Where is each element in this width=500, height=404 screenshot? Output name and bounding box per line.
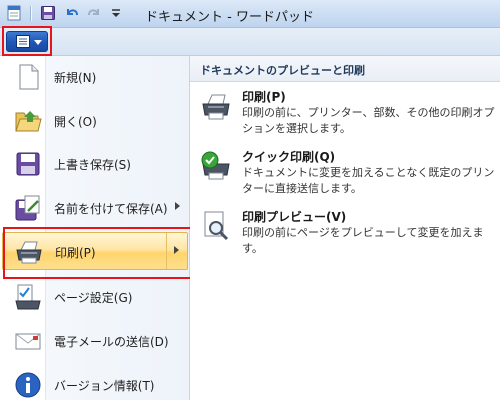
- menu-item-label: 電子メールの送信(D): [54, 335, 169, 349]
- menu-item-page-setup[interactable]: ページ設定(G): [2, 278, 188, 316]
- quick-print-option[interactable]: クイック印刷(Q) ドキュメントに変更を加えることなく既定のプリンターに直接送信…: [196, 148, 496, 200]
- menu-item-label: ページ設定(G): [54, 291, 133, 305]
- menu-item-send-email[interactable]: 電子メールの送信(D): [2, 322, 188, 360]
- wordpad-icon: [7, 5, 21, 21]
- ribbon-bar: [0, 28, 500, 56]
- submenu-header-text: ドキュメントのプレビューと印刷: [200, 64, 365, 77]
- menu-item-label: バージョン情報(T): [54, 379, 155, 393]
- submenu-arrow-icon: [174, 246, 179, 254]
- menu-item-print[interactable]: 印刷(P): [2, 232, 188, 270]
- save-icon[interactable]: [40, 5, 56, 21]
- print-preview-icon: [204, 211, 229, 241]
- menu-item-open[interactable]: 開く(O): [2, 102, 188, 140]
- info-icon: [15, 372, 41, 398]
- quick-print-icon: [201, 151, 230, 180]
- qat-separator: [30, 6, 31, 21]
- app-menu-button[interactable]: [6, 31, 48, 52]
- menu-item-label: 新規(N): [54, 71, 97, 85]
- save-as-icon: [15, 195, 40, 221]
- document-menu-icon: [16, 35, 30, 48]
- option-description: ドキュメントに変更を加えることなく既定のプリンターに直接送信します。: [242, 166, 495, 195]
- print-submenu: ドキュメントのプレビューと印刷 印刷(P) 印刷の前に、プリンター、部数、その他…: [190, 56, 500, 400]
- option-description: 印刷の前に、プリンター、部数、その他の印刷オプションを選択します。: [242, 106, 495, 135]
- menu-item-label: 名前を付けて保存(A): [54, 202, 168, 216]
- customize-qat-icon[interactable]: [108, 5, 124, 21]
- email-icon: [15, 333, 41, 350]
- option-title: 印刷プレビュー(V): [242, 210, 347, 224]
- page-setup-icon: [15, 284, 41, 310]
- open-folder-icon: [15, 111, 42, 132]
- menu-item-about[interactable]: バージョン情報(T): [2, 366, 188, 404]
- submenu-arrow-icon: [175, 202, 180, 210]
- menu-item-label: 上書き保存(S): [54, 158, 131, 172]
- new-document-icon: [19, 64, 39, 90]
- option-title: クイック印刷(Q): [242, 150, 336, 164]
- menu-item-label: 印刷(P): [55, 246, 96, 260]
- printer-icon: [202, 94, 230, 120]
- window-title: ドキュメント - ワードパッド: [145, 10, 314, 25]
- submenu-header: ドキュメントのプレビューと印刷: [190, 56, 500, 82]
- print-option[interactable]: 印刷(P) 印刷の前に、プリンター、部数、その他の印刷オプションを選択します。: [196, 88, 496, 140]
- print-preview-option[interactable]: 印刷プレビュー(V) 印刷の前にページをプレビューして変更を加えます。: [196, 208, 496, 255]
- option-description: 印刷の前にページをプレビューして変更を加えます。: [242, 226, 484, 255]
- menu-item-save-as[interactable]: 名前を付けて保存(A): [2, 189, 188, 227]
- menu-item-label: 開く(O): [54, 115, 97, 129]
- menu-item-new[interactable]: 新規(N): [2, 58, 188, 96]
- save-disk-icon: [16, 152, 40, 176]
- chevron-down-icon: [34, 40, 42, 45]
- title-bar: ドキュメント - ワードパッド: [0, 0, 500, 28]
- menu-item-save[interactable]: 上書き保存(S): [2, 145, 188, 183]
- option-title: 印刷(P): [242, 90, 286, 104]
- app-menu-commands: 新規(N) 開く(O) 上書き保存(S) 名前を付けて保存(A) 印刷(P) ペ…: [0, 56, 190, 400]
- undo-icon[interactable]: [64, 5, 80, 21]
- printer-icon: [16, 241, 42, 264]
- redo-icon[interactable]: [86, 5, 102, 21]
